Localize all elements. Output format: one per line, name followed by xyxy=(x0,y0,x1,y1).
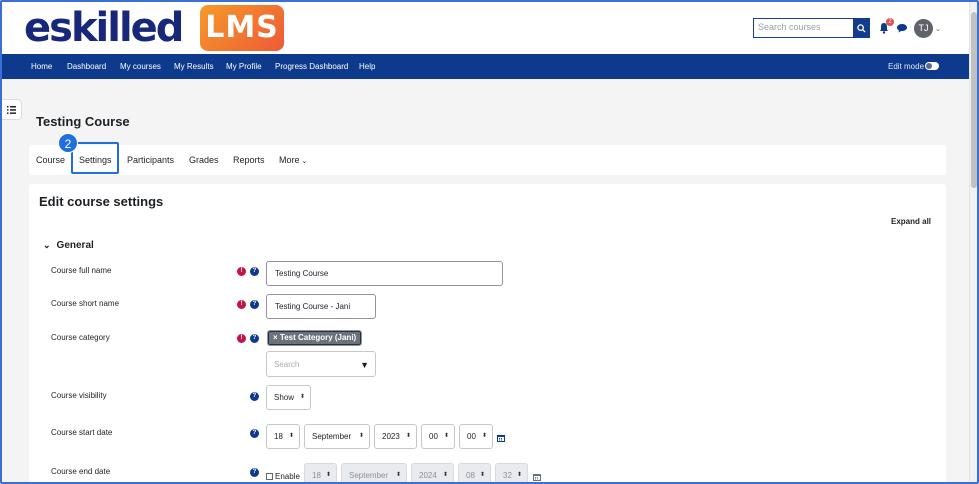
edit-mode-toggle[interactable] xyxy=(925,62,939,70)
caret-down-icon: ▼ xyxy=(360,360,369,370)
sort-arrows-icon: ⬍ xyxy=(358,433,364,439)
sort-arrows-icon: ⬍ xyxy=(395,472,401,478)
full-name-label: Course full name xyxy=(51,266,112,275)
start-hour-select[interactable]: 00 ⬍ xyxy=(421,424,455,449)
sort-arrows-icon: ⬍ xyxy=(479,472,485,478)
sort-arrows-icon: ⬍ xyxy=(442,472,448,478)
tab-more[interactable]: More ⌄ xyxy=(279,155,307,165)
end-month-select: September ⬍ xyxy=(341,463,407,482)
start-year-select[interactable]: 2023 ⬍ xyxy=(374,424,417,449)
required-icon: ! xyxy=(237,267,246,276)
search-input[interactable]: Search courses xyxy=(753,18,853,38)
sort-arrows-icon: ⬍ xyxy=(481,433,487,439)
sort-arrows-icon: ⬍ xyxy=(325,472,331,478)
sort-arrows-icon: ⬍ xyxy=(405,433,411,439)
start-year-value: 2023 xyxy=(382,432,400,441)
calendar-icon[interactable] xyxy=(533,473,541,481)
end-day-select: 18 ⬍ xyxy=(304,463,337,482)
nav-item-help[interactable]: Help xyxy=(359,54,375,79)
visibility-value: Show xyxy=(274,393,295,402)
category-search-placeholder: Search xyxy=(274,360,300,369)
calendar-icon[interactable] xyxy=(497,434,505,442)
site-header: eskilled LMS Search courses 2 TJ ⌄ xyxy=(2,2,969,54)
form-title: Edit course settings xyxy=(39,194,164,209)
start-minute-select[interactable]: 00 ⬍ xyxy=(459,424,493,449)
end-minute-select: 32 ⬍ xyxy=(495,463,528,482)
notification-badge: 2 xyxy=(886,18,894,26)
page-title: Testing Course xyxy=(36,114,130,129)
sort-arrows-icon: ⬍ xyxy=(299,394,305,400)
end-month-value: September xyxy=(349,471,389,480)
nav-item-progress-dashboard[interactable]: Progress Dashboard xyxy=(275,54,348,79)
category-label: Course category xyxy=(51,333,110,342)
end-minute-value: 32 xyxy=(503,471,512,480)
tab-more-label: More xyxy=(279,155,300,165)
primary-navigation: Home Dashboard My courses My Results My … xyxy=(2,54,969,79)
help-icon[interactable]: ? xyxy=(250,334,259,343)
course-full-name-input[interactable]: Testing Course xyxy=(266,261,503,286)
chevron-down-icon: ⌄ xyxy=(299,158,308,165)
active-tab-highlight xyxy=(71,142,119,174)
start-month-value: September xyxy=(312,432,352,441)
tab-participants[interactable]: Participants xyxy=(127,155,174,165)
help-icon[interactable]: ? xyxy=(250,468,259,477)
chevron-down-icon[interactable]: ⌄ xyxy=(935,25,941,33)
section-general-header[interactable]: ⌄ General xyxy=(43,240,94,251)
visibility-select[interactable]: Show ⬍ xyxy=(266,385,311,410)
category-search-select[interactable]: Search ▼ xyxy=(266,351,376,377)
enable-checkbox[interactable] xyxy=(266,473,273,480)
start-hour-value: 00 xyxy=(429,432,438,441)
search-button[interactable] xyxy=(853,18,870,38)
nav-item-home[interactable]: Home xyxy=(31,54,52,79)
chevron-down-icon: ⌄ xyxy=(43,240,51,250)
end-day-value: 18 xyxy=(312,471,321,480)
lms-badge: LMS xyxy=(200,5,284,51)
end-hour-value: 08 xyxy=(466,471,475,480)
nav-item-my-results[interactable]: My Results xyxy=(174,54,214,79)
start-minute-value: 00 xyxy=(467,432,476,441)
section-title: General xyxy=(56,240,94,251)
end-date-label: Course end date xyxy=(51,467,111,476)
browser-frame: eskilled LMS Search courses 2 TJ ⌄ Home … xyxy=(0,0,979,484)
help-icon[interactable]: ? xyxy=(250,300,259,309)
nav-item-my-courses[interactable]: My courses xyxy=(120,54,161,79)
help-icon[interactable]: ? xyxy=(250,392,259,401)
tab-grades[interactable]: Grades xyxy=(189,155,219,165)
selected-category-chip[interactable]: × Test Category (Jani) xyxy=(266,330,363,346)
end-year-value: 2024 xyxy=(419,471,437,480)
chat-icon[interactable] xyxy=(896,23,908,33)
course-short-name-input[interactable]: Testing Course - Jani xyxy=(266,294,376,319)
visibility-label: Course visibility xyxy=(51,391,107,400)
start-day-select[interactable]: 18 ⬍ xyxy=(266,424,300,449)
nav-item-my-profile[interactable]: My Profile xyxy=(226,54,262,79)
list-icon xyxy=(7,105,16,114)
course-index-toggle[interactable] xyxy=(2,99,22,120)
end-year-select: 2024 ⬍ xyxy=(411,463,454,482)
end-date-enable[interactable]: Enable xyxy=(266,472,300,481)
start-date-label: Course start date xyxy=(51,428,113,437)
required-icon: ! xyxy=(237,300,246,309)
site-logo[interactable]: eskilled xyxy=(24,5,184,51)
step-number-badge: 2 xyxy=(58,133,78,153)
sort-arrows-icon: ⬍ xyxy=(516,472,522,478)
enable-label: Enable xyxy=(275,472,300,481)
search-icon xyxy=(857,23,866,33)
help-icon[interactable]: ? xyxy=(250,267,259,276)
tab-course[interactable]: Course xyxy=(36,155,65,165)
short-name-label: Course short name xyxy=(51,299,120,308)
start-month-select[interactable]: September ⬍ xyxy=(304,424,370,449)
expand-all-link[interactable]: Expand all xyxy=(891,217,931,226)
end-hour-select: 08 ⬍ xyxy=(458,463,491,482)
help-icon[interactable]: ? xyxy=(250,429,259,438)
tab-reports[interactable]: Reports xyxy=(233,155,265,165)
start-day-value: 18 xyxy=(274,432,283,441)
required-icon: ! xyxy=(237,334,246,343)
sort-arrows-icon: ⬍ xyxy=(288,433,294,439)
edit-mode-label: Edit mode xyxy=(888,62,925,71)
nav-item-dashboard[interactable]: Dashboard xyxy=(67,54,106,79)
user-avatar[interactable]: TJ xyxy=(914,19,933,38)
scrollbar-thumb[interactable] xyxy=(971,12,977,188)
sort-arrows-icon: ⬍ xyxy=(443,433,449,439)
